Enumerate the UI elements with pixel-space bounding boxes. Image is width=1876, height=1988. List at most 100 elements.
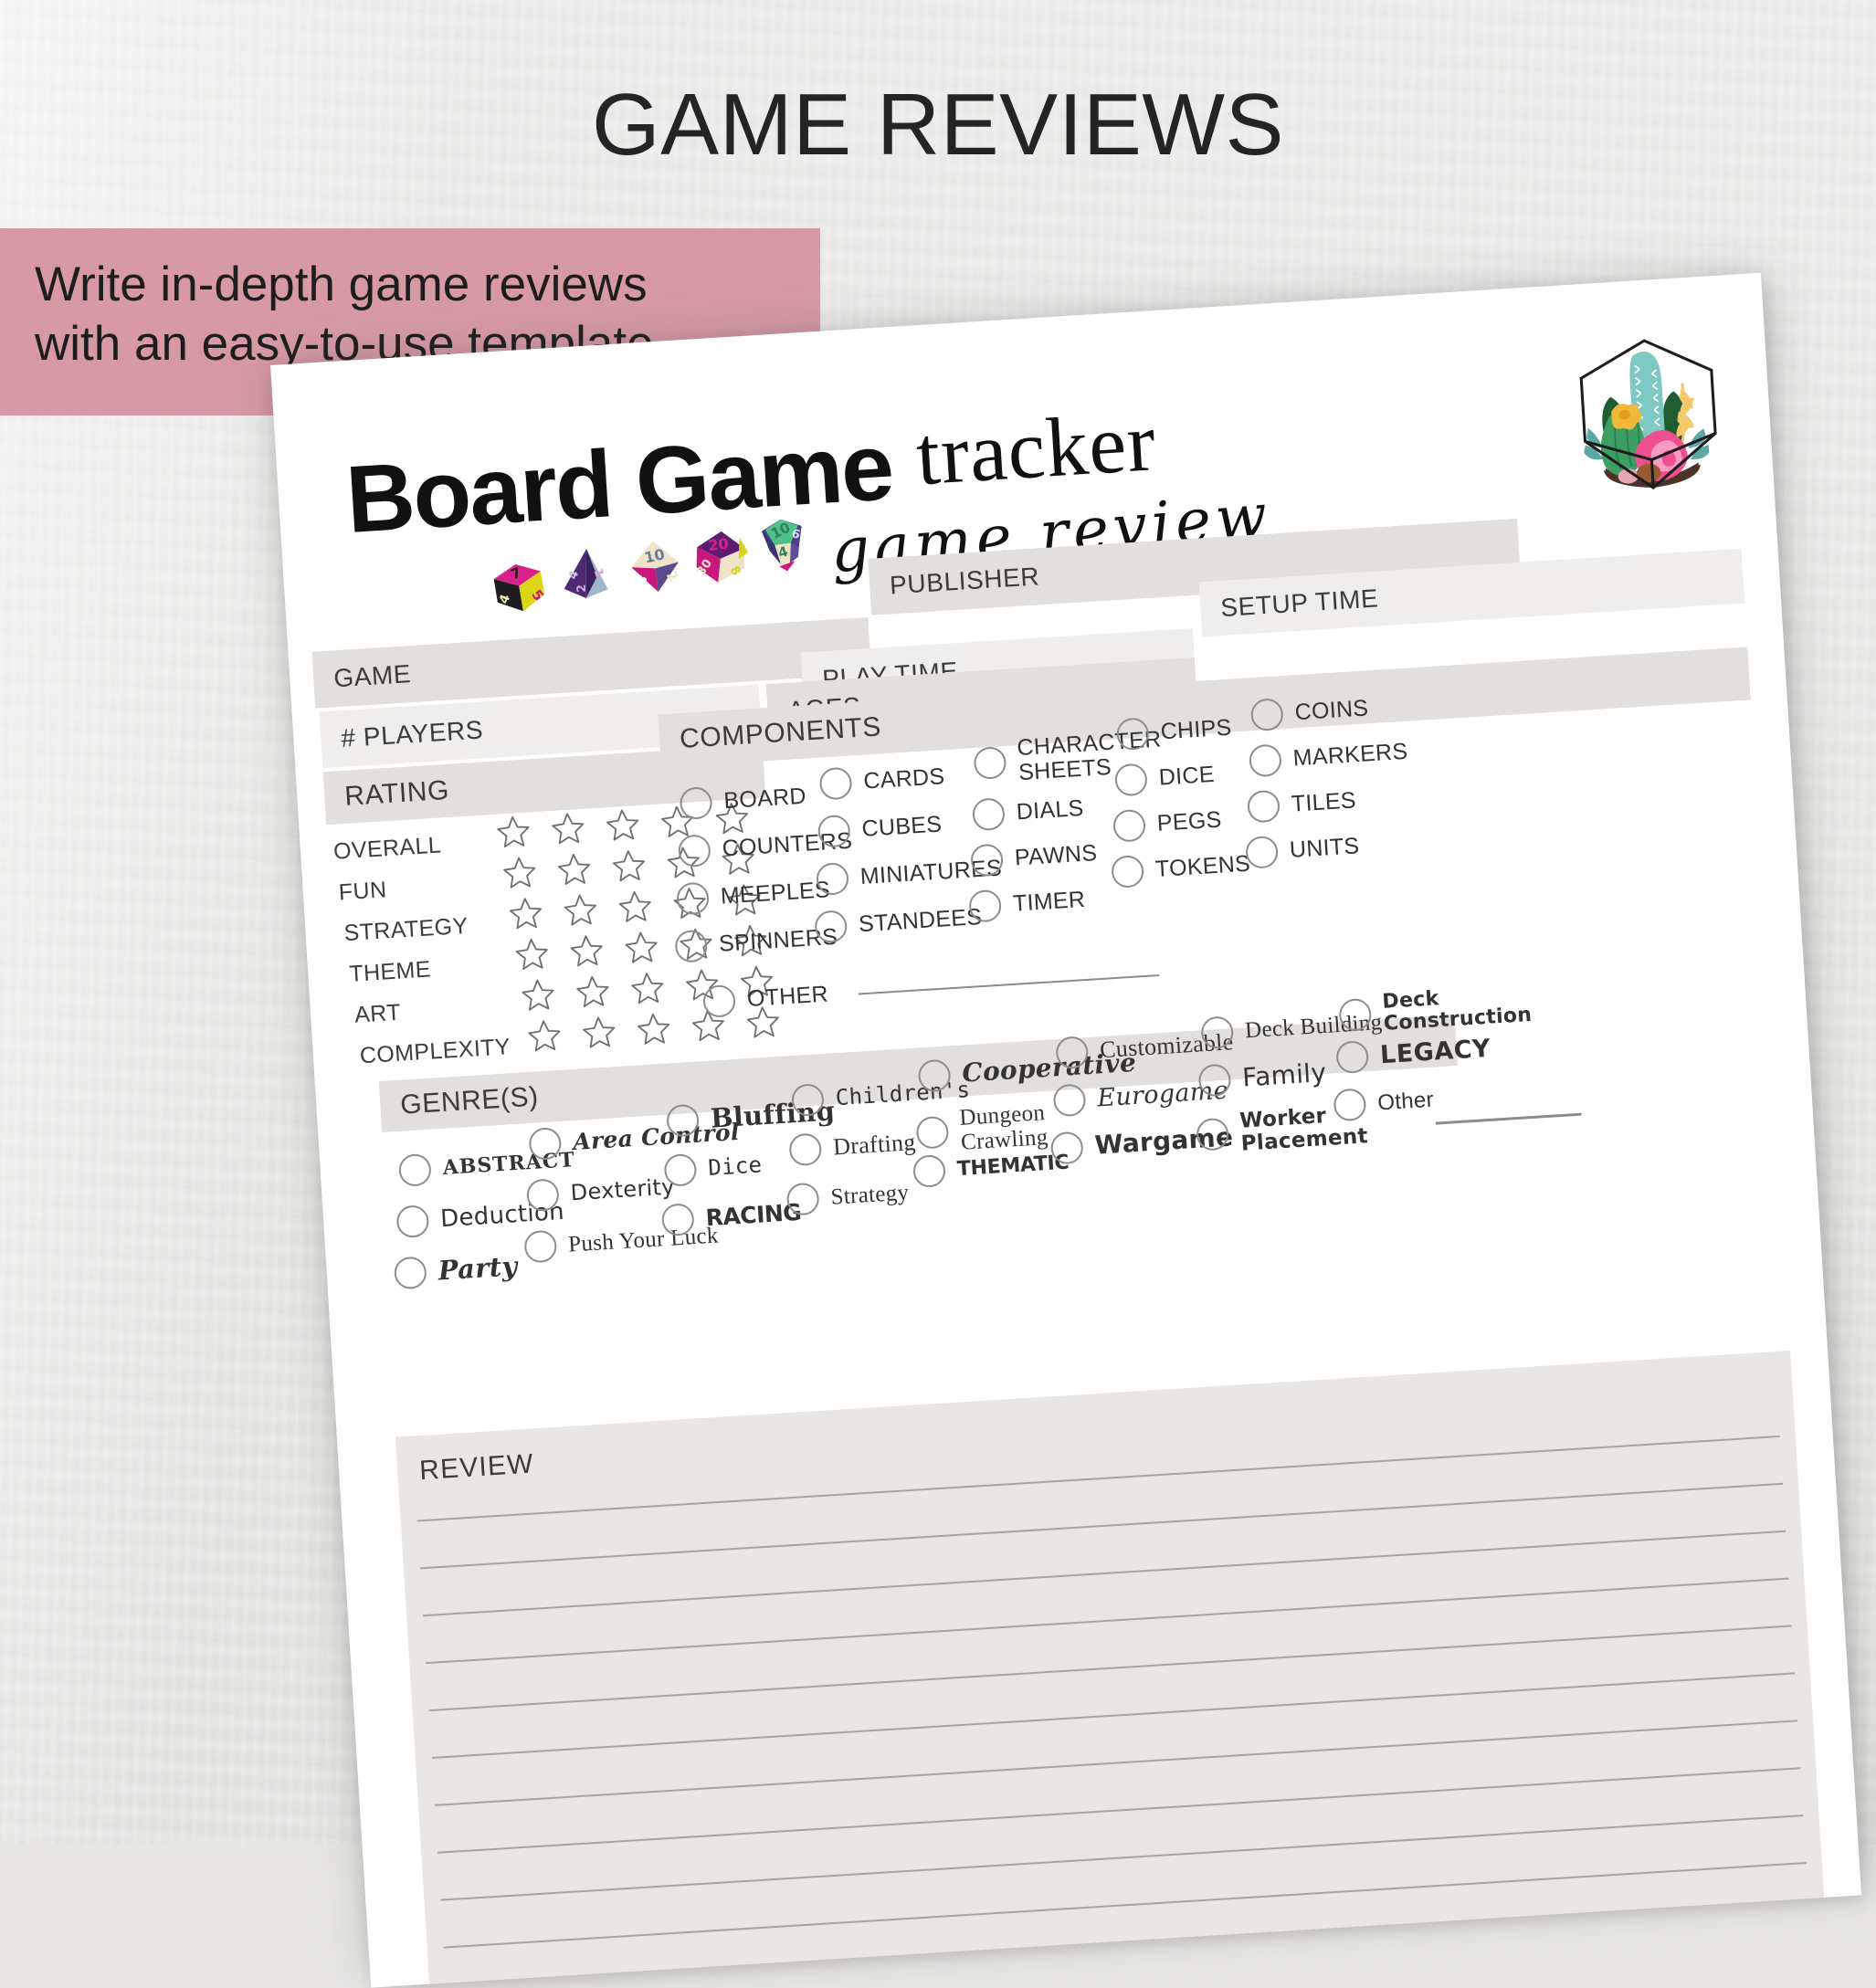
radio-circle-icon[interactable]	[970, 843, 1005, 878]
radio-circle-icon[interactable]	[788, 1132, 823, 1167]
radio-circle-icon[interactable]	[393, 1256, 427, 1290]
radio-circle-icon[interactable]	[1111, 854, 1145, 889]
radio-circle-icon[interactable]	[818, 766, 853, 801]
star-outline-icon[interactable]	[512, 934, 551, 973]
genre-checkbox-other[interactable]: Other	[1333, 1084, 1435, 1122]
radio-circle-icon[interactable]	[702, 983, 737, 1018]
radio-circle-icon[interactable]	[912, 1153, 947, 1189]
genre-checkbox-party[interactable]: Party	[393, 1250, 519, 1290]
review-write-line[interactable]	[423, 1530, 1786, 1617]
radio-circle-icon[interactable]	[973, 745, 1007, 780]
star-outline-icon[interactable]	[494, 812, 532, 850]
radio-circle-icon[interactable]	[674, 929, 709, 963]
radio-circle-icon[interactable]	[1246, 789, 1281, 824]
component-checkbox-board[interactable]: BOARD	[679, 781, 807, 821]
component-checkbox-cubes[interactable]: CUBES	[817, 808, 943, 848]
radio-circle-icon[interactable]	[790, 1083, 826, 1118]
review-write-line[interactable]	[419, 1482, 1784, 1570]
component-checkbox-pawns[interactable]: PAWNS	[970, 837, 1098, 878]
component-checkbox-dice[interactable]: DICE	[1113, 759, 1216, 797]
radio-circle-icon[interactable]	[397, 1152, 432, 1187]
star-outline-icon[interactable]	[609, 847, 648, 885]
radio-circle-icon[interactable]	[1115, 717, 1150, 752]
radio-circle-icon[interactable]	[1249, 698, 1284, 732]
radio-circle-icon[interactable]	[1335, 1040, 1370, 1075]
star-outline-icon[interactable]	[561, 890, 599, 929]
component-checkbox-other[interactable]: OTHER	[702, 979, 829, 1018]
review-write-line[interactable]	[437, 1767, 1801, 1854]
star-outline-icon[interactable]	[580, 1013, 618, 1051]
component-other-write-in-line[interactable]	[858, 974, 1160, 995]
radio-circle-icon[interactable]	[663, 1152, 698, 1187]
radio-circle-icon[interactable]	[675, 881, 711, 916]
radio-circle-icon[interactable]	[817, 814, 851, 848]
radio-circle-icon[interactable]	[679, 786, 713, 821]
radio-circle-icon[interactable]	[968, 889, 1003, 923]
genre-checkbox-family[interactable]: Family	[1197, 1057, 1327, 1098]
star-outline-icon[interactable]	[501, 853, 539, 891]
component-checkbox-coins[interactable]: COINS	[1249, 692, 1370, 732]
radio-circle-icon[interactable]	[785, 1182, 820, 1216]
radio-circle-icon[interactable]	[1197, 1063, 1232, 1098]
component-checkbox-tiles[interactable]: TILES	[1246, 784, 1357, 824]
component-checkbox-tokens[interactable]: TOKENS	[1111, 848, 1251, 889]
genre-checkbox-drafting[interactable]: Drafting	[788, 1127, 916, 1167]
genre-checkbox-dice[interactable]: Dice	[663, 1149, 763, 1187]
star-outline-icon[interactable]	[549, 809, 587, 847]
radio-circle-icon[interactable]	[1113, 763, 1148, 797]
radio-circle-icon[interactable]	[815, 861, 850, 897]
genre-checkbox-strategy[interactable]: Strategy	[785, 1176, 911, 1216]
radio-circle-icon[interactable]	[523, 1229, 558, 1264]
star-outline-icon[interactable]	[567, 931, 606, 970]
radio-circle-icon[interactable]	[1245, 835, 1280, 869]
star-outline-icon[interactable]	[622, 928, 660, 966]
component-checkbox-pegs[interactable]: PEGS	[1112, 804, 1223, 843]
star-outline-icon[interactable]	[616, 887, 654, 925]
component-checkbox-markers[interactable]: MARKERS	[1248, 736, 1409, 778]
review-write-line[interactable]	[426, 1577, 1789, 1665]
component-checkbox-timer[interactable]: TIMER	[968, 884, 1086, 923]
star-outline-icon[interactable]	[574, 972, 612, 1010]
radio-circle-icon[interactable]	[525, 1178, 560, 1213]
genre-other-write-in-line[interactable]	[1435, 1112, 1582, 1125]
radio-circle-icon[interactable]	[1248, 743, 1282, 778]
review-write-line[interactable]	[443, 1862, 1807, 1949]
radio-circle-icon[interactable]	[1338, 998, 1373, 1033]
component-checkbox-meeples[interactable]: MEEPLES	[675, 874, 831, 916]
component-checkbox-standees[interactable]: STANDEES	[814, 901, 983, 944]
radio-circle-icon[interactable]	[1200, 1015, 1235, 1050]
radio-circle-icon[interactable]	[666, 1103, 701, 1138]
review-write-line[interactable]	[431, 1672, 1795, 1759]
radio-circle-icon[interactable]	[1049, 1131, 1084, 1165]
radio-circle-icon[interactable]	[528, 1126, 563, 1162]
radio-circle-icon[interactable]	[971, 797, 1007, 832]
radio-circle-icon[interactable]	[1333, 1088, 1367, 1122]
genre-checkbox-deck-construction[interactable]: Deck Construction	[1338, 982, 1540, 1037]
radio-circle-icon[interactable]	[915, 1115, 950, 1150]
radio-circle-icon[interactable]	[395, 1204, 430, 1239]
star-outline-icon[interactable]	[635, 1009, 673, 1047]
component-checkbox-chips[interactable]: CHIPS	[1115, 712, 1233, 752]
radio-circle-icon[interactable]	[1052, 1083, 1087, 1118]
review-write-line[interactable]	[428, 1625, 1792, 1712]
component-checkbox-dials[interactable]: DIALS	[971, 793, 1085, 832]
radio-circle-icon[interactable]	[677, 834, 711, 868]
star-outline-icon[interactable]	[604, 805, 642, 844]
star-outline-icon[interactable]	[506, 894, 544, 932]
component-checkbox-units[interactable]: UNITS	[1245, 830, 1360, 869]
radio-circle-icon[interactable]	[917, 1058, 952, 1093]
radio-circle-icon[interactable]	[814, 910, 848, 944]
star-outline-icon[interactable]	[525, 1016, 564, 1055]
radio-circle-icon[interactable]	[1196, 1118, 1230, 1152]
review-write-line[interactable]	[416, 1435, 1780, 1522]
star-outline-icon[interactable]	[519, 975, 557, 1014]
component-checkbox-cards[interactable]: CARDS	[818, 761, 945, 801]
star-outline-icon[interactable]	[555, 849, 594, 888]
radio-circle-icon[interactable]	[1112, 808, 1147, 843]
review-section[interactable]: REVIEW	[395, 1351, 1825, 1984]
review-write-line[interactable]	[440, 1814, 1804, 1901]
radio-circle-icon[interactable]	[1055, 1036, 1090, 1070]
genre-checkbox-racing[interactable]: RACING	[660, 1196, 803, 1237]
star-outline-icon[interactable]	[628, 969, 667, 1007]
review-write-line[interactable]	[434, 1720, 1798, 1806]
